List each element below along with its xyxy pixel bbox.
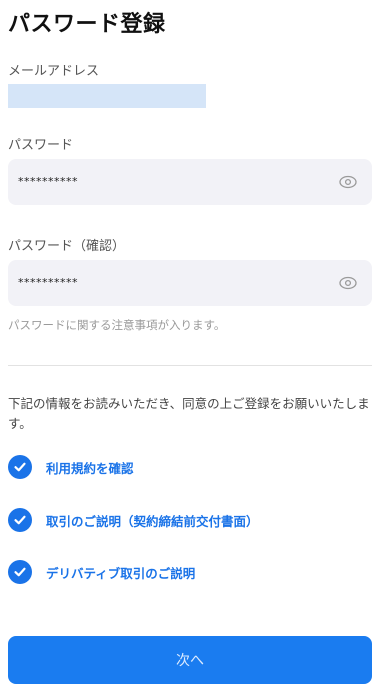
password-field[interactable]: **********: [8, 159, 372, 205]
agreement-item-terms[interactable]: 利用規約を確認: [8, 455, 134, 479]
eye-icon[interactable]: [338, 273, 358, 293]
email-value: [8, 84, 206, 108]
eye-icon[interactable]: [338, 172, 358, 192]
password-note: パスワードに関する注意事項が入ります。: [8, 318, 226, 332]
agreement-item-pre-contract[interactable]: 取引のご説明（契約締結前交付書面）: [8, 508, 259, 532]
password-confirm-value: **********: [18, 276, 78, 289]
check-circle-icon[interactable]: [8, 508, 32, 532]
password-value: **********: [18, 175, 78, 188]
password-confirm-label: パスワード（確認）: [8, 239, 126, 254]
next-button[interactable]: 次へ: [8, 636, 372, 684]
agreement-item-label[interactable]: 利用規約を確認: [46, 458, 134, 477]
divider: [8, 365, 372, 366]
check-circle-icon[interactable]: [8, 455, 32, 479]
email-label: メールアドレス: [8, 64, 100, 79]
agreement-item-label[interactable]: 取引のご説明（契約締結前交付書面）: [46, 511, 259, 530]
page-title: パスワード登録: [8, 12, 166, 37]
password-label: パスワード: [8, 138, 74, 153]
agreement-text: 下記の情報をお読みいただき、同意の上ご登録をお願いいたします。: [8, 396, 370, 431]
password-confirm-field[interactable]: **********: [8, 260, 372, 306]
agreement-item-derivatives[interactable]: デリバティブ取引のご説明: [8, 560, 195, 584]
check-circle-icon[interactable]: [8, 560, 32, 584]
agreement-item-label[interactable]: デリバティブ取引のご説明: [46, 563, 195, 582]
